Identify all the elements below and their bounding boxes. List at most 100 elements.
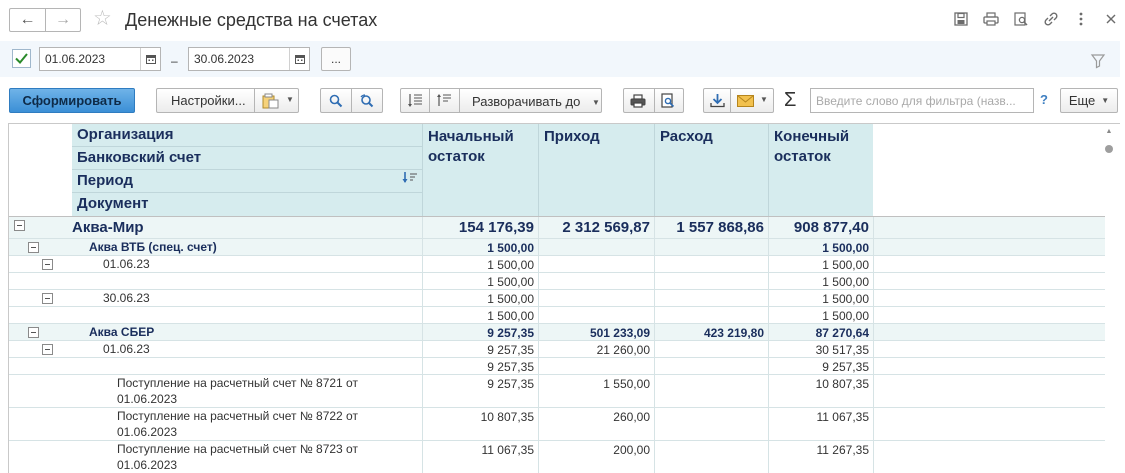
preview-icon[interactable]	[1012, 10, 1030, 28]
income-cell[interactable]: 21 260,00	[538, 341, 654, 357]
closing-balance-cell[interactable]: 1 500,00	[768, 273, 873, 289]
collapse-icon[interactable]	[42, 259, 53, 270]
opening-balance-cell[interactable]: 9 257,35	[422, 324, 538, 340]
expense-cell[interactable]	[654, 290, 768, 306]
expense-cell[interactable]: 423 219,80	[654, 324, 768, 340]
document-row[interactable]: Поступление на расчетный счет № 8721 от 0…	[9, 375, 1105, 408]
closing-balance-cell[interactable]: 11 267,35	[768, 441, 873, 473]
print-icon[interactable]	[982, 10, 1000, 28]
collapse-icon[interactable]	[28, 242, 39, 253]
opening-balance-cell[interactable]: 154 176,39	[422, 217, 538, 238]
bank-account-row[interactable]: Аква ВТБ (спец. счет) 1 500,00 1 500,00	[9, 239, 1105, 256]
period-row[interactable]: 30.06.23 1 500,00 1 500,00	[9, 290, 1105, 307]
find-icon[interactable]	[329, 94, 343, 111]
period-row[interactable]: 01.06.23 1 500,00 1 500,00	[9, 256, 1105, 273]
document-row[interactable]: 9 257,35 9 257,35	[9, 358, 1105, 375]
expense-cell[interactable]	[654, 256, 768, 272]
more-menu-icon[interactable]	[1072, 10, 1090, 28]
expense-cell[interactable]	[654, 358, 768, 374]
expense-cell[interactable]	[654, 273, 768, 289]
email-icon[interactable]	[737, 95, 754, 110]
income-cell[interactable]	[538, 290, 654, 306]
closing-balance-cell[interactable]: 30 517,35	[768, 341, 873, 357]
chevron-down-icon[interactable]: ▼	[286, 95, 294, 104]
search-input[interactable]	[810, 88, 1034, 113]
favorite-star-icon[interactable]: ☆	[93, 8, 112, 30]
organization-row[interactable]: Аква-Мир 154 176,39 2 312 569,87 1 557 868,…	[9, 217, 1105, 239]
closing-balance-cell[interactable]: 1 500,00	[768, 239, 873, 255]
calendar-icon[interactable]	[289, 48, 309, 70]
expense-cell[interactable]	[654, 341, 768, 357]
opening-balance-cell[interactable]: 9 257,35	[422, 341, 538, 357]
opening-balance-cell[interactable]: 1 500,00	[422, 307, 538, 323]
close-icon[interactable]	[1102, 10, 1120, 28]
forward-button[interactable]: →	[45, 9, 80, 31]
opening-balance-cell[interactable]: 1 500,00	[422, 273, 538, 289]
income-cell[interactable]: 260,00	[538, 408, 654, 440]
date-from-field[interactable]: 01.06.2023	[39, 47, 161, 71]
closing-balance-cell[interactable]: 11 067,35	[768, 408, 873, 440]
closing-balance-cell[interactable]: 10 807,35	[768, 375, 873, 407]
closing-balance-cell[interactable]: 9 257,35	[768, 358, 873, 374]
period-row[interactable]: 01.06.23 9 257,35 21 260,00 30 517,35	[9, 341, 1105, 358]
date-to-field[interactable]: 30.06.2023	[188, 47, 310, 71]
expense-cell[interactable]	[654, 408, 768, 440]
variants-icon[interactable]	[262, 93, 280, 112]
income-cell[interactable]: 1 550,00	[538, 375, 654, 407]
closing-balance-cell[interactable]: 1 500,00	[768, 256, 873, 272]
collapse-icon[interactable]	[28, 327, 39, 338]
opening-balance-cell[interactable]: 9 257,35	[422, 375, 538, 407]
opening-balance-cell[interactable]: 1 500,00	[422, 256, 538, 272]
collapse-icon[interactable]	[42, 344, 53, 355]
closing-balance-cell[interactable]: 87 270,64	[768, 324, 873, 340]
collapse-icon[interactable]	[14, 220, 25, 231]
back-button[interactable]: ←	[10, 9, 45, 31]
link-icon[interactable]	[1042, 10, 1060, 28]
filter-icon[interactable]	[1090, 53, 1106, 69]
scroll-up-icon[interactable]: ▲	[1104, 128, 1114, 135]
closing-balance-cell[interactable]: 1 500,00	[768, 307, 873, 323]
expense-cell[interactable]: 1 557 868,86	[654, 217, 768, 238]
expense-cell[interactable]	[654, 307, 768, 323]
collapse-all-icon[interactable]	[436, 93, 452, 111]
opening-balance-cell[interactable]: 10 807,35	[422, 408, 538, 440]
collapse-icon[interactable]	[42, 293, 53, 304]
generate-button[interactable]: Сформировать	[9, 88, 135, 113]
sum-icon[interactable]: Σ	[784, 89, 796, 111]
expand-all-icon[interactable]	[407, 93, 423, 111]
opening-balance-cell[interactable]: 1 500,00	[422, 290, 538, 306]
help-button[interactable]: ?	[1040, 92, 1048, 107]
income-cell[interactable]	[538, 273, 654, 289]
expense-cell[interactable]	[654, 375, 768, 407]
income-cell[interactable]	[538, 256, 654, 272]
opening-balance-cell[interactable]: 11 067,35	[422, 441, 538, 473]
find-next-icon[interactable]	[359, 94, 375, 111]
select-period-button[interactable]: ...	[321, 47, 351, 71]
document-row[interactable]: Поступление на расчетный счет № 8722 от 0…	[9, 408, 1105, 441]
sort-descending-icon[interactable]	[402, 170, 418, 192]
income-cell[interactable]	[538, 307, 654, 323]
expand-to-button[interactable]: Разворачивать до ▼	[472, 94, 600, 109]
document-row[interactable]: 1 500,00 1 500,00	[9, 307, 1105, 324]
chevron-down-icon[interactable]: ▼	[760, 95, 768, 104]
closing-balance-cell[interactable]: 908 877,40	[768, 217, 873, 238]
income-cell[interactable]: 200,00	[538, 441, 654, 473]
print-icon[interactable]	[630, 94, 646, 111]
income-cell[interactable]: 501 233,09	[538, 324, 654, 340]
document-row[interactable]: 1 500,00 1 500,00	[9, 273, 1105, 290]
bank-account-row[interactable]: Аква СБЕР 9 257,35 501 233,09 423 219,80 87 …	[9, 324, 1105, 341]
download-icon[interactable]	[710, 93, 725, 111]
period-checkbox[interactable]	[12, 49, 31, 68]
income-cell[interactable]: 2 312 569,87	[538, 217, 654, 238]
scrollbar-thumb[interactable]	[1105, 145, 1113, 153]
closing-balance-cell[interactable]: 1 500,00	[768, 290, 873, 306]
opening-balance-cell[interactable]: 1 500,00	[422, 239, 538, 255]
expense-cell[interactable]	[654, 239, 768, 255]
opening-balance-cell[interactable]: 9 257,35	[422, 358, 538, 374]
preview-icon[interactable]	[661, 93, 675, 111]
income-cell[interactable]	[538, 239, 654, 255]
calendar-icon[interactable]	[140, 48, 160, 70]
income-cell[interactable]	[538, 358, 654, 374]
document-row[interactable]: Поступление на расчетный счет № 8723 от 0…	[9, 441, 1105, 473]
expense-cell[interactable]	[654, 441, 768, 473]
